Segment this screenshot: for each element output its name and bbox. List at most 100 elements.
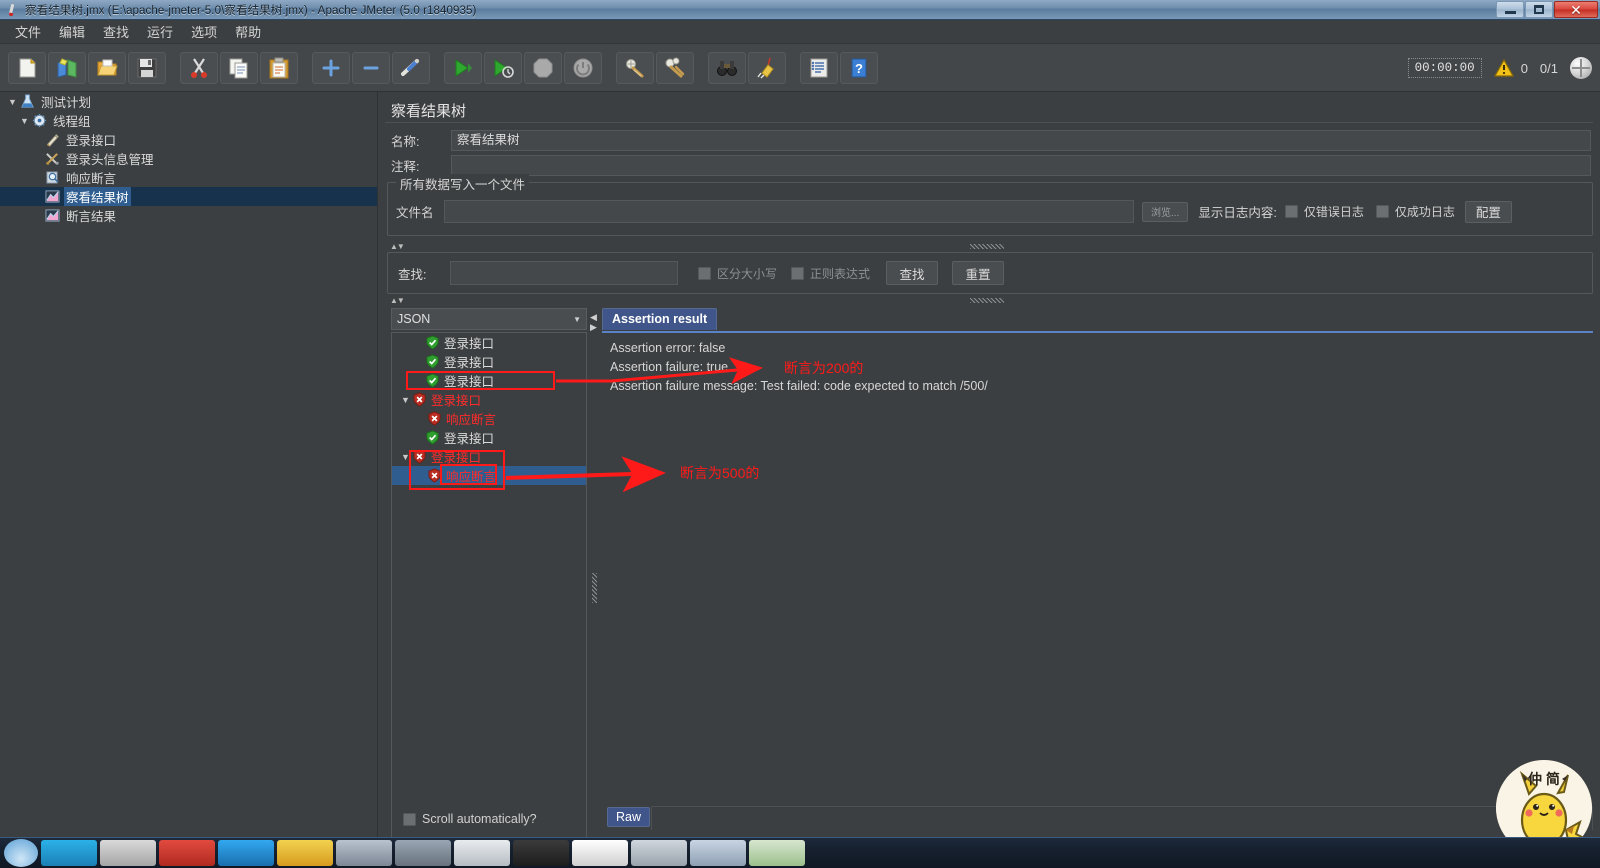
menu-options[interactable]: 选项 (182, 20, 226, 43)
toggle-icon (401, 58, 419, 76)
scroll-automatically-checkbox[interactable]: Scroll automatically? (403, 812, 537, 826)
toolbar-paste-button[interactable] (260, 51, 298, 84)
name-input[interactable]: 察看结果树 (451, 130, 1591, 151)
taskbar-item[interactable] (690, 840, 746, 866)
comment-input[interactable] (451, 155, 1591, 176)
result-row[interactable]: 登录接口 (392, 428, 586, 447)
toolbar-collapse-button[interactable] (352, 51, 390, 84)
toolbar-stop-button[interactable] (524, 51, 562, 84)
menu-run[interactable]: 运行 (138, 20, 182, 43)
test-plan-tree[interactable]: ▼ 测试计划 ▼ 线程组 登录接口 登录头信息管理 响应断言 察看结果树 断言结… (0, 92, 378, 837)
toolbar-open-button[interactable] (88, 51, 126, 84)
splitter-right-arrow-icon[interactable]: ▶ (590, 322, 597, 333)
results-tree[interactable]: 登录接口 登录接口 登录接口 ▼ 登录接口 响应断言 登录接口 ▼ 登录接口 响… (391, 332, 587, 868)
twisty-icon[interactable]: ▼ (6, 97, 19, 107)
taskbar-item[interactable] (218, 840, 274, 866)
tree-node-view-results-tree[interactable]: 察看结果树 (0, 187, 377, 206)
splitter-grip[interactable] (970, 298, 1004, 303)
toolbar-shutdown-button[interactable] (564, 51, 602, 84)
taskbar-item[interactable] (749, 840, 805, 866)
configure-button[interactable]: 配置 (1464, 200, 1512, 223)
search-input[interactable] (450, 261, 678, 285)
find-button[interactable]: 查找 (886, 261, 939, 285)
chevron-down-icon[interactable]: ▼ (573, 315, 581, 324)
splitter-grip[interactable] (970, 244, 1004, 249)
taskbar-item[interactable] (336, 840, 392, 866)
checkbox-box[interactable] (403, 812, 416, 826)
taskbar-item[interactable] (41, 840, 97, 866)
start-button[interactable] (4, 839, 38, 867)
result-row[interactable]: 响应断言 (392, 409, 586, 428)
renderer-selected-value: JSON (397, 312, 431, 326)
filename-input[interactable] (444, 200, 1134, 223)
splitter-arrows-icon[interactable]: ▲▼ (390, 242, 405, 251)
toolbar-cut-button[interactable] (180, 51, 218, 84)
taskbar-item[interactable] (513, 840, 569, 866)
success-only-label: 仅成功日志 (1394, 205, 1455, 219)
taskbar-item[interactable] (100, 840, 156, 866)
tree-node-test-plan[interactable]: ▼ 测试计划 (0, 92, 377, 111)
taskbar-item[interactable] (454, 840, 510, 866)
toolbar-function-helper-button[interactable] (800, 51, 838, 84)
write-results-legend: 所有数据写入一个文件 (396, 174, 530, 193)
taskbar-item[interactable] (572, 840, 628, 866)
toolbar-start-no-pauses-button[interactable] (484, 51, 522, 84)
taskbar-item[interactable] (631, 840, 687, 866)
menu-edit[interactable]: 编辑 (50, 20, 94, 43)
menu-help[interactable]: 帮助 (226, 20, 270, 43)
toolbar-copy-button[interactable] (220, 51, 258, 84)
toolbar-start-button[interactable] (444, 51, 482, 84)
taskbar-item[interactable] (159, 840, 215, 866)
regex-checkbox[interactable]: 正则表达式 (791, 265, 870, 282)
splitter-middle[interactable]: ▲▼ (385, 294, 1593, 306)
renderer-select[interactable]: JSON ▼ (391, 308, 587, 330)
tab-assertion-result[interactable]: Assertion result (602, 308, 718, 330)
splitter-grip[interactable] (592, 573, 597, 603)
result-row[interactable]: ▼ 登录接口 (392, 390, 586, 409)
browse-button[interactable]: 浏览... (1142, 201, 1189, 222)
toolbar-clear-button[interactable] (616, 51, 654, 84)
taskbar-item[interactable] (395, 840, 451, 866)
twisty-icon[interactable]: ▼ (18, 116, 31, 126)
toolbar-toggle-button[interactable] (392, 51, 430, 84)
vertical-splitter[interactable]: ◀ ▶ (589, 308, 600, 868)
toolbar-new-button[interactable] (8, 51, 46, 84)
success-only-checkbox[interactable]: 仅成功日志 (1375, 203, 1455, 220)
splitter-top[interactable]: ▲▼ (385, 240, 1593, 252)
menu-file[interactable]: 文件 (6, 20, 50, 43)
checkbox-box[interactable] (791, 266, 805, 280)
toolbar-search-button[interactable] (708, 51, 746, 84)
checkbox-box[interactable] (1284, 205, 1298, 218)
tree-node-login-sampler[interactable]: 登录接口 (0, 130, 377, 149)
case-sensitive-checkbox[interactable]: 区分大小写 (698, 265, 777, 282)
warning-triangle-icon (1493, 59, 1514, 77)
checkbox-box[interactable] (1375, 205, 1389, 218)
maximize-button[interactable] (1525, 1, 1553, 18)
result-row[interactable]: 登录接口 (392, 352, 586, 371)
reset-button[interactable]: 重置 (952, 261, 1005, 285)
taskbar-item[interactable] (277, 840, 333, 866)
splitter-arrows-icon[interactable]: ▲▼ (390, 296, 405, 305)
result-row[interactable]: 登录接口 (392, 333, 586, 352)
warning-indicator[interactable]: 0 (1493, 59, 1528, 77)
tab-raw[interactable]: Raw (607, 807, 651, 827)
tree-node-assertion-results[interactable]: 断言结果 (0, 206, 377, 225)
toolbar-help-button[interactable]: ? (840, 51, 878, 84)
tree-node-header-manager[interactable]: 登录头信息管理 (0, 149, 377, 168)
toolbar-reset-search-button[interactable] (748, 51, 786, 84)
toolbar-save-button[interactable] (128, 51, 166, 84)
toolbar-templates-button[interactable] (48, 51, 86, 84)
minus-icon (363, 66, 379, 69)
minimize-button[interactable] (1496, 1, 1524, 18)
menu-search[interactable]: 查找 (94, 20, 138, 43)
result-label: 登录接口 (444, 337, 495, 351)
twisty-icon[interactable]: ▼ (399, 395, 412, 405)
open-icon (97, 59, 118, 75)
close-button[interactable]: ✕ (1554, 1, 1598, 18)
errors-only-checkbox[interactable]: 仅错误日志 (1284, 203, 1364, 220)
tree-node-thread-group[interactable]: ▼ 线程组 (0, 111, 377, 130)
toolbar-clear-all-button[interactable] (656, 51, 694, 84)
tree-node-response-assertion[interactable]: 响应断言 (0, 168, 377, 187)
toolbar-expand-button[interactable] (312, 51, 350, 84)
checkbox-box[interactable] (698, 266, 711, 280)
